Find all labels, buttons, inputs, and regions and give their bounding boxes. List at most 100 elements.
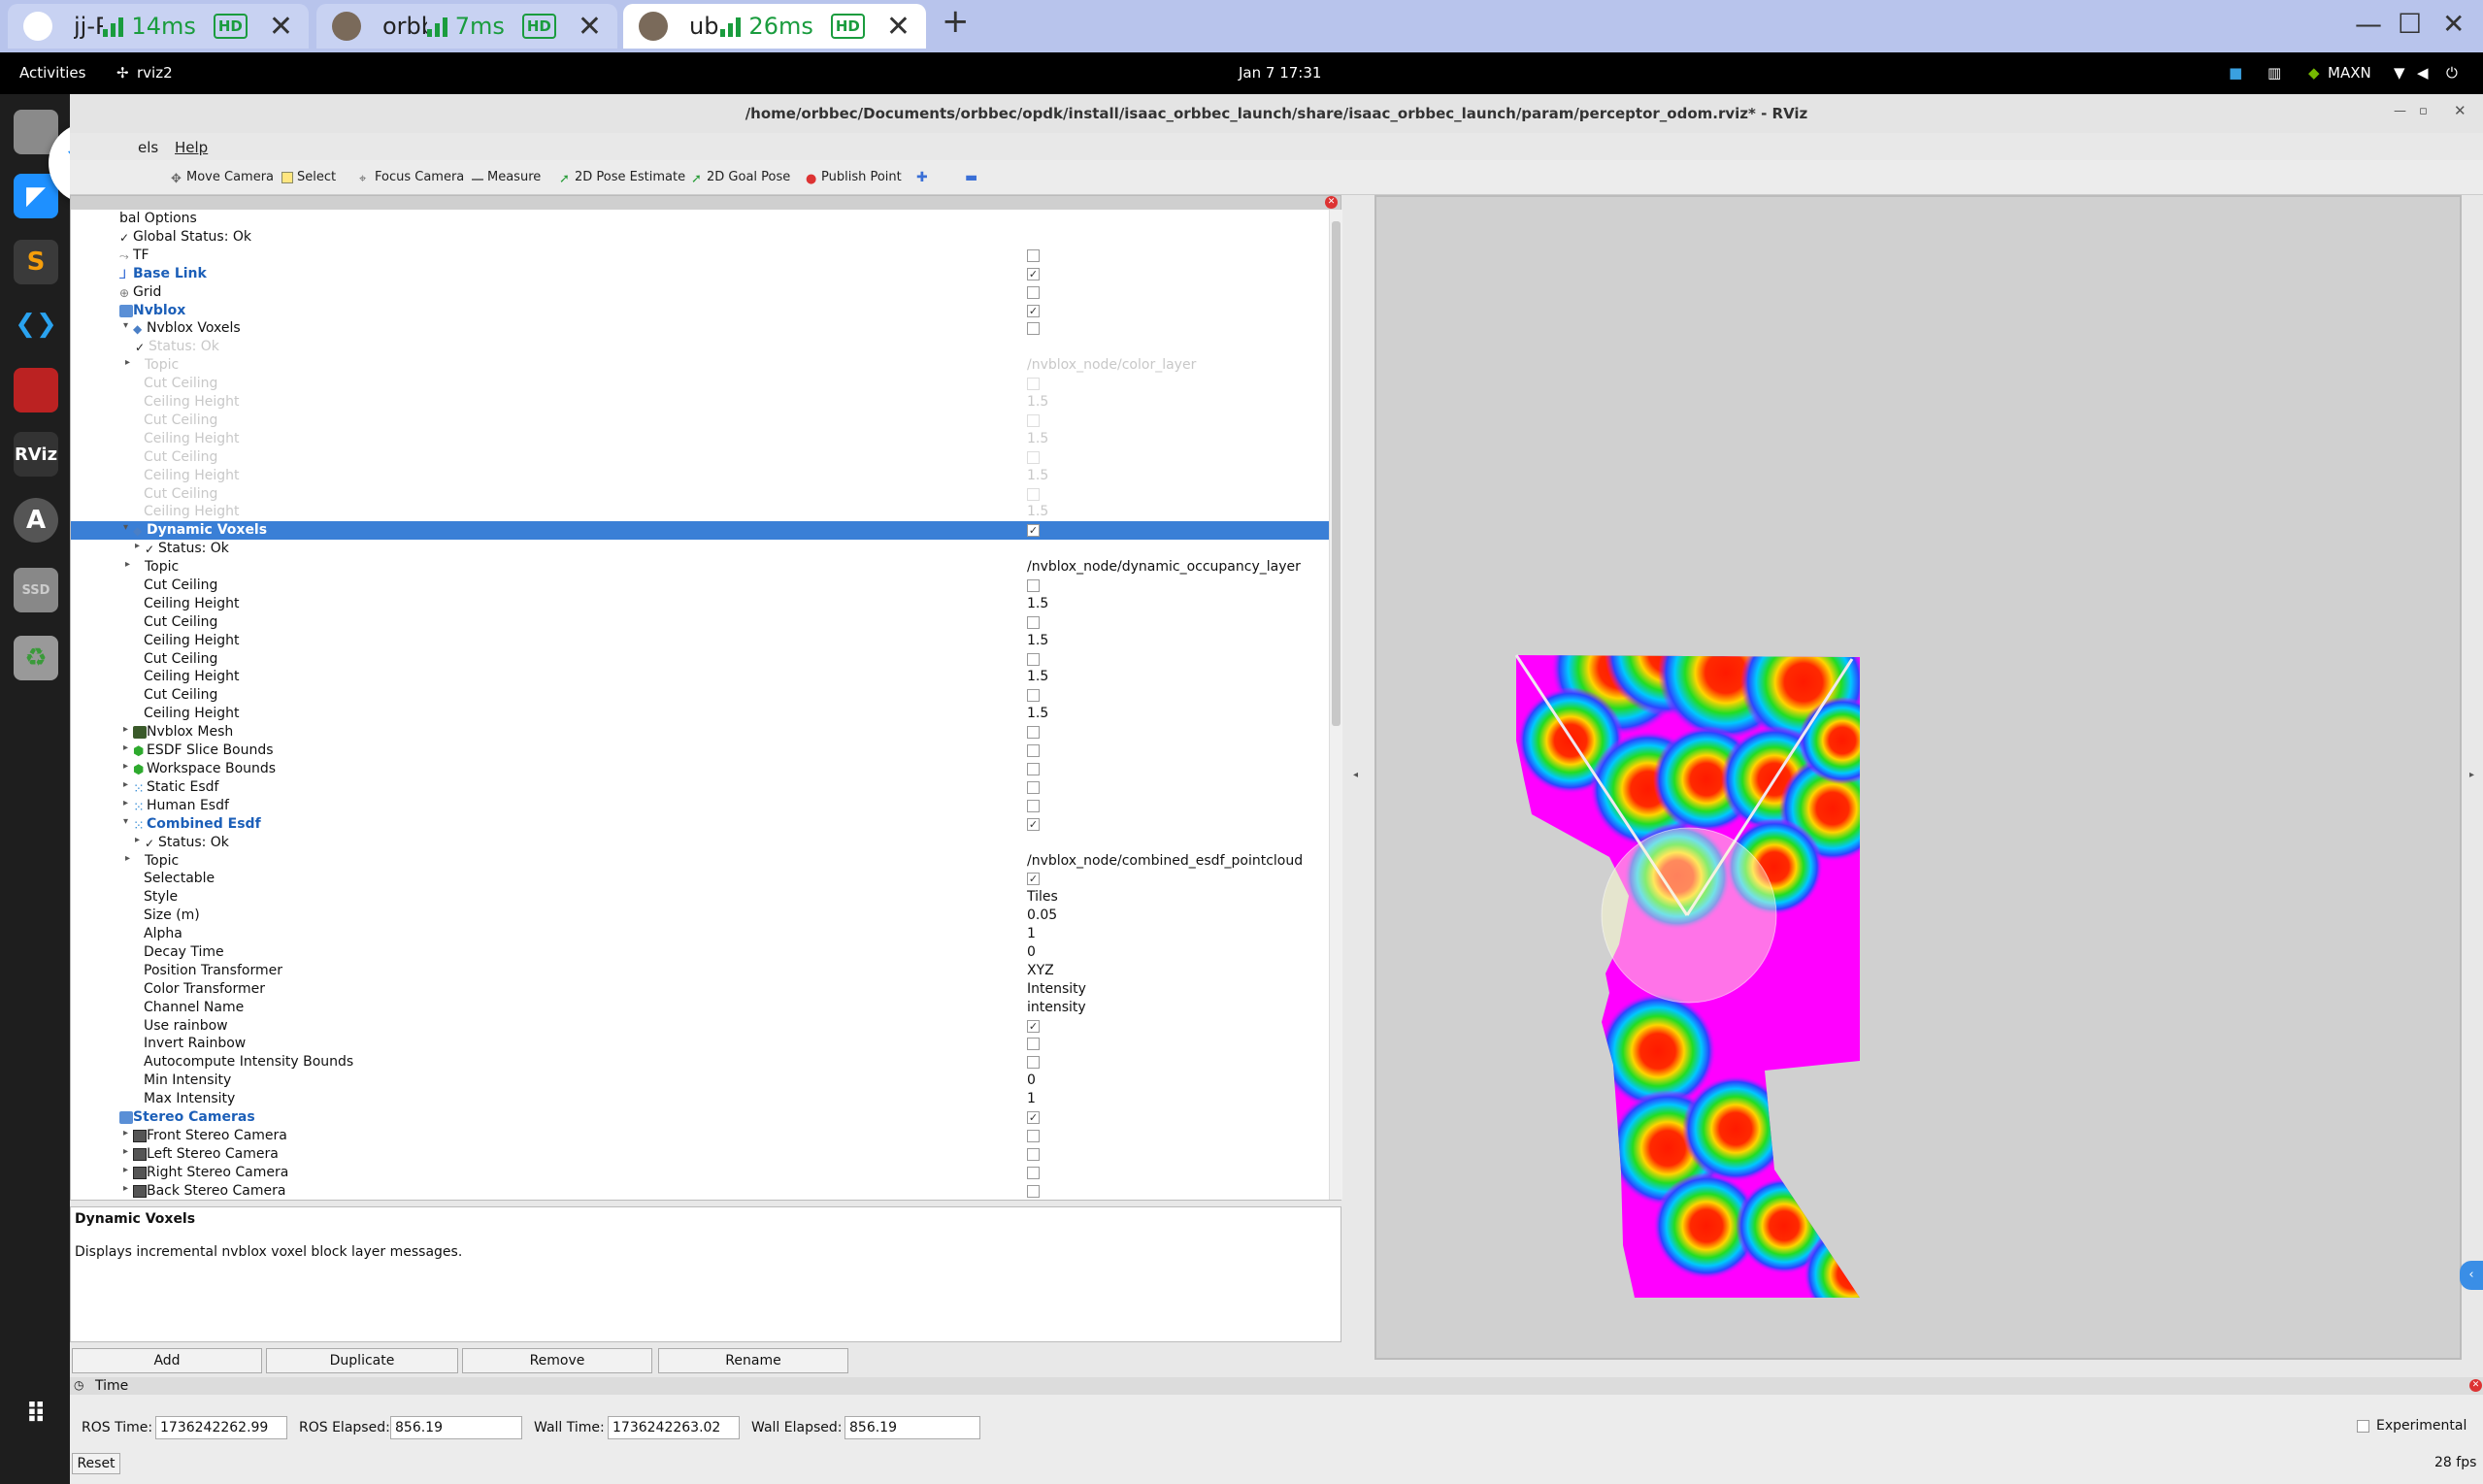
tree-row[interactable]: Cut Ceiling xyxy=(71,412,1329,430)
enable-checkbox[interactable] xyxy=(1027,800,1040,812)
property-value[interactable]: 1.5 xyxy=(1027,431,1048,446)
tree-row[interactable]: Size (m) 0.05 xyxy=(71,907,1329,925)
tree-row[interactable]: Cut Ceiling xyxy=(71,686,1329,705)
enable-checkbox[interactable] xyxy=(1027,1038,1040,1050)
scrollbar-thumb[interactable] xyxy=(1332,221,1341,726)
tree-row[interactable]: Ceiling Height 1.5 xyxy=(71,503,1329,521)
collapse-arrow-icon[interactable]: ▾ xyxy=(123,522,128,533)
tab-precision[interactable]: jj-Precision-3630-To... 14ms HD ✕ xyxy=(8,4,309,49)
expand-arrow-icon[interactable]: ▸ xyxy=(125,559,130,570)
enable-checkbox[interactable]: ✓ xyxy=(1027,524,1040,537)
property-value[interactable]: 1.5 xyxy=(1027,596,1048,611)
expand-arrow-icon[interactable]: ▸ xyxy=(135,541,140,551)
sublime-icon[interactable]: S xyxy=(14,240,58,284)
add-tool-button[interactable]: ✚ xyxy=(916,170,928,185)
terminal-icon[interactable] xyxy=(14,368,58,412)
enable-checkbox[interactable]: ✓ xyxy=(1027,268,1040,280)
tree-row[interactable]: Ceiling Height 1.5 xyxy=(71,467,1329,485)
enable-checkbox[interactable] xyxy=(1027,1130,1040,1142)
menu-help[interactable]: Help xyxy=(175,139,208,156)
enable-checkbox[interactable] xyxy=(1027,488,1040,501)
tree-row[interactable]: Style Tiles xyxy=(71,888,1329,907)
tree-row[interactable]: Channel Name intensity xyxy=(71,999,1329,1017)
tree-row[interactable]: ⅃ Base Link ✓ xyxy=(71,265,1329,283)
expand-arrow-icon[interactable]: ▸ xyxy=(123,761,128,772)
tree-row[interactable]: ▾ ◆ Dynamic Voxels ✓ xyxy=(71,521,1329,540)
tree-row[interactable]: Cut Ceiling xyxy=(71,577,1329,595)
ros-elapsed-field[interactable]: 856.19 xyxy=(390,1416,522,1439)
splitter-right-arrow-icon[interactable]: ▸ xyxy=(2469,770,2474,780)
tree-row[interactable]: ▸ ✓ Status: Ok xyxy=(71,540,1329,558)
enable-checkbox[interactable] xyxy=(1027,616,1040,629)
side-collapse-tab[interactable]: ‹ xyxy=(2460,1261,2483,1290)
tree-row[interactable]: Ceiling Height 1.5 xyxy=(71,595,1329,613)
tree-row[interactable]: Ceiling Height 1.5 xyxy=(71,632,1329,650)
ssd-drive-icon[interactable]: SSD xyxy=(14,568,58,612)
tree-row[interactable]: Decay Time 0 xyxy=(71,943,1329,962)
enable-checkbox[interactable] xyxy=(1027,451,1040,464)
add-button[interactable]: Add xyxy=(72,1348,262,1373)
enable-checkbox[interactable] xyxy=(1027,1148,1040,1161)
property-value[interactable]: XYZ xyxy=(1027,963,1054,978)
enable-checkbox[interactable] xyxy=(1027,1167,1040,1179)
property-value[interactable]: /nvblox_node/combined_esdf_pointcloud xyxy=(1027,853,1303,869)
expand-arrow-icon[interactable]: ▸ xyxy=(123,1183,128,1194)
move-camera-tool[interactable]: ✥ Move Camera xyxy=(171,170,274,186)
goal-pose-tool[interactable]: ➚ 2D Goal Pose xyxy=(691,170,790,186)
power-mode-icon[interactable]: ◆ xyxy=(2308,64,2320,82)
tree-row[interactable]: ⤳ TF xyxy=(71,247,1329,265)
enable-checkbox[interactable]: ✓ xyxy=(1027,873,1040,885)
tree-row[interactable]: Nvblox ✓ xyxy=(71,302,1329,320)
expand-arrow-icon[interactable]: ▸ xyxy=(123,798,128,808)
tree-row[interactable]: ▾ ◆ Nvblox Voxels xyxy=(71,319,1329,338)
property-value[interactable]: 1.5 xyxy=(1027,394,1048,410)
enable-checkbox[interactable] xyxy=(1027,653,1040,666)
software-center-icon[interactable]: A xyxy=(14,498,58,543)
tree-row[interactable]: ▸ ✓ Status: Ok xyxy=(71,834,1329,852)
property-value[interactable]: 0 xyxy=(1027,944,1036,960)
property-value[interactable]: Tiles xyxy=(1027,889,1058,905)
tree-row[interactable]: ▸ Nvblox Mesh xyxy=(71,723,1329,742)
tree-row[interactable]: Alpha 1 xyxy=(71,925,1329,943)
tree-row[interactable]: Cut Ceiling xyxy=(71,650,1329,669)
tree-row[interactable]: ▸ Right Stereo Camera xyxy=(71,1164,1329,1182)
maximize-button[interactable]: ☐ xyxy=(2398,8,2422,40)
minimize-button[interactable]: — xyxy=(2355,8,2382,40)
tree-row[interactable]: Max Intensity 1 xyxy=(71,1090,1329,1108)
publish-point-tool[interactable]: ● Publish Point xyxy=(806,170,902,186)
tree-row[interactable]: ✓ Global Status: Ok xyxy=(71,228,1329,247)
tree-row[interactable]: Use rainbow ✓ xyxy=(71,1017,1329,1036)
expand-arrow-icon[interactable]: ▸ xyxy=(123,1128,128,1138)
power-icon[interactable]: ⏻ xyxy=(2446,64,2458,82)
close-window-button[interactable]: ✕ xyxy=(2442,8,2465,40)
tree-row[interactable]: Autocompute Intensity Bounds xyxy=(71,1053,1329,1072)
tree-row[interactable]: Stereo Cameras ✓ xyxy=(71,1108,1329,1127)
tab-close-icon[interactable]: ✕ xyxy=(886,10,910,44)
property-value[interactable]: Intensity xyxy=(1027,981,1086,997)
tree-row[interactable]: Ceiling Height 1.5 xyxy=(71,705,1329,723)
reset-button[interactable]: Reset xyxy=(72,1453,120,1474)
enable-checkbox[interactable]: ✓ xyxy=(1027,818,1040,831)
select-tool[interactable]: Select xyxy=(281,170,336,184)
activities-button[interactable]: Activities xyxy=(19,64,85,82)
enable-checkbox[interactable] xyxy=(1027,286,1040,299)
property-value[interactable]: 0 xyxy=(1027,1072,1036,1088)
tree-row[interactable]: bal Options xyxy=(71,210,1329,228)
tab-orbbec-desktop[interactable]: orbbec-desktop 7ms HD ✕ xyxy=(316,4,617,49)
tree-row[interactable]: ▸ ⁙ Human Esdf xyxy=(71,797,1329,815)
window-maximize-button[interactable]: ▫ xyxy=(2419,104,2428,118)
property-value[interactable]: 1.5 xyxy=(1027,468,1048,483)
enable-checkbox[interactable] xyxy=(1027,322,1040,335)
tree-row[interactable]: ▸ Topic/nvblox_node/combined_esdf_pointcl… xyxy=(71,852,1329,871)
expand-arrow-icon[interactable]: ▸ xyxy=(135,835,140,845)
property-value[interactable]: 0.05 xyxy=(1027,907,1057,923)
tree-row[interactable]: Invert Rainbow xyxy=(71,1035,1329,1053)
window-minimize-button[interactable]: — xyxy=(2394,104,2406,118)
tree-row[interactable]: Cut Ceiling xyxy=(71,613,1329,632)
tree-row[interactable]: Color Transformer Intensity xyxy=(71,980,1329,999)
expand-arrow-icon[interactable]: ▸ xyxy=(123,1146,128,1157)
enable-checkbox[interactable]: ✓ xyxy=(1027,305,1040,317)
tab-close-icon[interactable]: ✕ xyxy=(578,10,602,44)
enable-checkbox[interactable] xyxy=(1027,763,1040,775)
rename-button[interactable]: Rename xyxy=(658,1348,848,1373)
